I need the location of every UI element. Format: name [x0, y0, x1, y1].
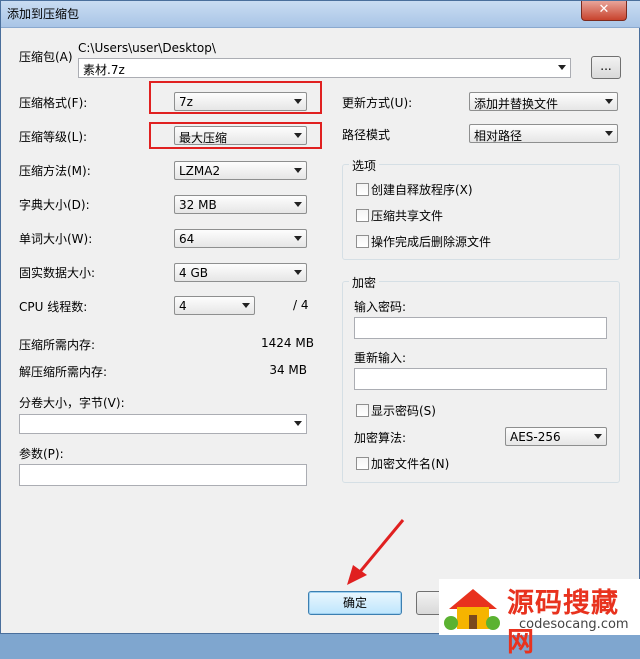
dialog-window: 添加到压缩包 ✕ 压缩包(A) C:\Users\user\Desktop\ 素…: [0, 0, 640, 658]
watermark-url: codesocang.com: [519, 617, 629, 632]
arrow-shaft: [357, 519, 405, 574]
house-logo-icon: [444, 589, 500, 630]
watermark: 源码搜藏网 codesocang.com: [439, 579, 640, 658]
annotation-arrow: [347, 519, 405, 585]
